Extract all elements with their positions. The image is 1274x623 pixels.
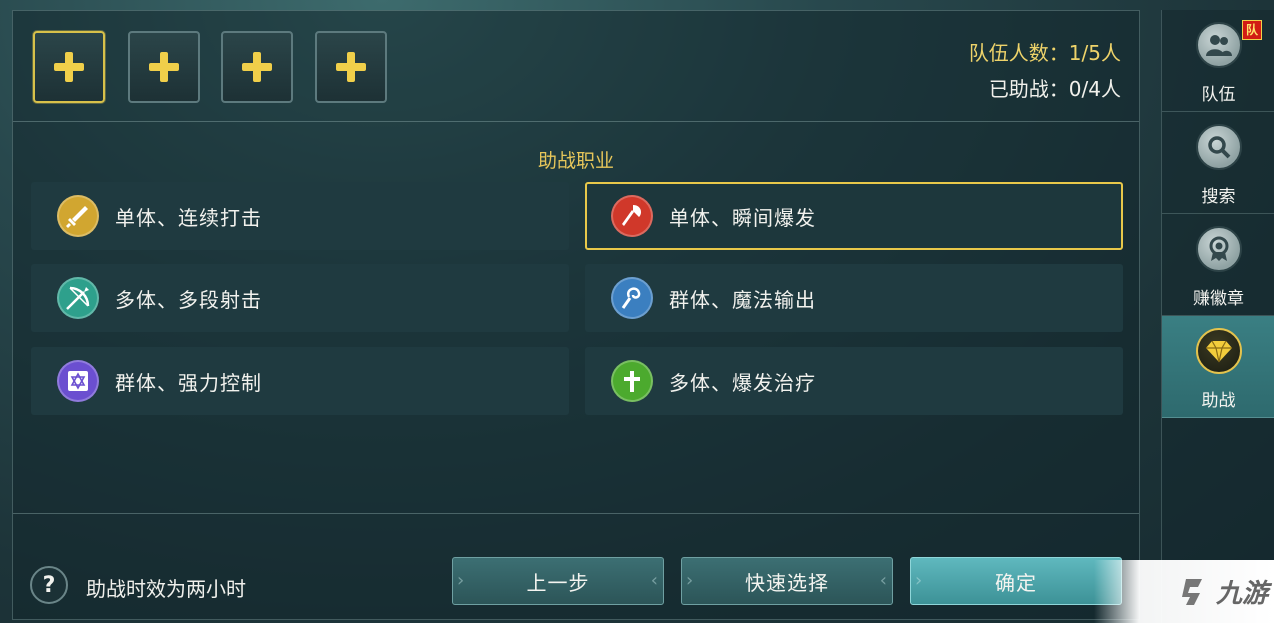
watermark: 九游 <box>1094 560 1274 623</box>
class-label: 群体、强力控制 <box>115 370 262 395</box>
plus-icon <box>54 52 84 82</box>
diamond-icon <box>1195 328 1242 374</box>
cross-icon <box>611 360 653 402</box>
button-label: 快速选择 <box>745 570 829 595</box>
sidebar: 队 队伍 搜索 赚徽章 助战 <box>1161 10 1274 623</box>
plus-icon <box>149 52 179 82</box>
help-text: 助战时效为两小时 <box>86 577 246 601</box>
team-icon <box>1195 22 1242 68</box>
quick-select-button[interactable]: › 快速选择 ‹ <box>681 557 893 605</box>
axe-icon <box>611 195 653 237</box>
sidebar-item-badges[interactable]: 赚徽章 <box>1162 214 1274 316</box>
class-card-control[interactable]: 群体、强力控制 <box>31 347 569 415</box>
sidebar-label: 队伍 <box>1201 85 1236 105</box>
watermark-text: 九游 <box>1215 579 1268 609</box>
plus-icon <box>336 52 366 82</box>
bow-icon <box>57 277 99 319</box>
chevron-right-icon: › <box>457 570 466 591</box>
team-count: 队伍人数：1/5人 <box>968 41 1121 65</box>
chevron-right-icon: › <box>686 570 695 591</box>
team-slot-1[interactable] <box>33 31 105 103</box>
class-label: 多体、爆发治疗 <box>669 370 816 395</box>
helped-count: 已助战：0/4人 <box>988 77 1121 101</box>
section-title: 助战职业 <box>537 150 614 172</box>
class-label: 群体、魔法输出 <box>669 287 816 312</box>
chevron-left-icon: ‹ <box>879 570 888 591</box>
button-label: 上一步 <box>526 570 590 595</box>
class-card-burst[interactable]: 单体、瞬间爆发 <box>585 182 1123 250</box>
class-label: 多体、多段射击 <box>115 287 262 312</box>
magnifier-icon <box>1195 124 1242 170</box>
sidebar-item-team[interactable]: 队 队伍 <box>1162 10 1274 112</box>
sidebar-label: 赚徽章 <box>1193 289 1244 309</box>
watermark-logo: 九游 <box>1178 573 1268 610</box>
staff-icon <box>611 277 653 319</box>
plus-icon <box>242 52 272 82</box>
help-button[interactable]: ? <box>30 566 68 604</box>
class-card-archer[interactable]: 多体、多段射击 <box>31 264 569 332</box>
chevron-right-icon: › <box>915 570 924 591</box>
sidebar-item-assist[interactable]: 助战 <box>1162 316 1274 418</box>
class-label: 单体、连续打击 <box>115 205 262 230</box>
prev-step-button[interactable]: › 上一步 ‹ <box>452 557 664 605</box>
team-badge: 队 <box>1242 20 1262 40</box>
sidebar-item-search[interactable]: 搜索 <box>1162 112 1274 214</box>
button-label: 确定 <box>995 570 1037 595</box>
team-slot-2[interactable] <box>128 31 200 103</box>
team-slot-4[interactable] <box>315 31 387 103</box>
hexagram-icon <box>57 360 99 402</box>
sidebar-label: 助战 <box>1201 391 1236 411</box>
divider <box>13 121 1139 122</box>
class-label: 单体、瞬间爆发 <box>669 205 816 230</box>
main-panel: 队伍人数：1/5人 已助战：0/4人 助战职业 单体、连续打击 单体、瞬间爆发 … <box>12 10 1140 620</box>
sidebar-label: 搜索 <box>1201 187 1236 207</box>
class-card-healer[interactable]: 多体、爆发治疗 <box>585 347 1123 415</box>
nine-game-logo-icon <box>1181 578 1202 605</box>
class-card-mage[interactable]: 群体、魔法输出 <box>585 264 1123 332</box>
divider <box>13 513 1139 514</box>
confirm-button[interactable]: › 确定 <box>910 557 1122 605</box>
sword-icon <box>57 195 99 237</box>
medal-icon <box>1195 226 1242 272</box>
class-card-melee[interactable]: 单体、连续打击 <box>31 182 569 250</box>
chevron-left-icon: ‹ <box>650 570 659 591</box>
team-slot-3[interactable] <box>221 31 293 103</box>
